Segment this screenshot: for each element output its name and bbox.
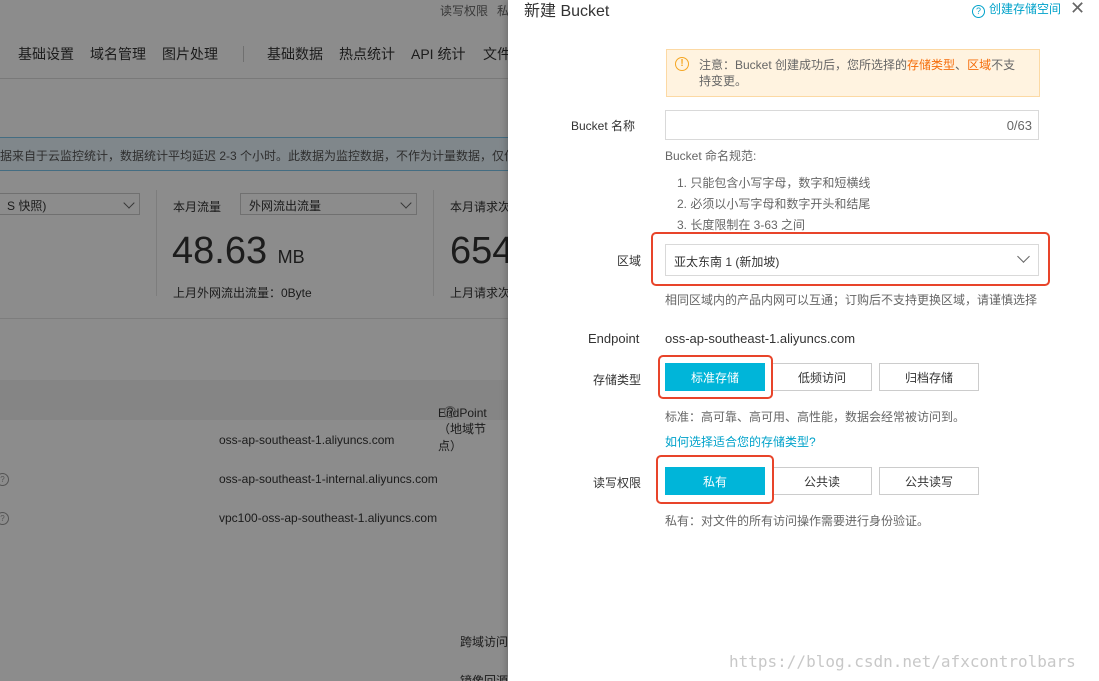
- endpoint-value: oss-ap-southeast-1.aliyuncs.com: [665, 331, 856, 346]
- name-rule: 1. 只能包含小写字母，数字和短横线: [677, 176, 871, 190]
- name-rule: 2. 必须以小写字母和数字开头和结尾: [677, 197, 871, 211]
- question-icon: ?: [972, 5, 985, 18]
- acl-label: 读写权限: [593, 476, 642, 490]
- char-counter: 0/63: [1006, 118, 1032, 133]
- bucket-name-label: Bucket 名称: [571, 119, 636, 133]
- create-bucket-drawer: 新建 Bucket ? 创建存储空间 ✕ ! 注意：Bucket 创建成功后，您所…: [508, 0, 1099, 681]
- warning-text: 注意：Bucket 创建成功后，您所选择的存储类型、区域不支持变更。: [699, 57, 1019, 89]
- name-rule: 3. 长度限制在 3-63 之间: [677, 218, 806, 232]
- endpoint-label: Endpoint: [588, 331, 640, 346]
- acl-option-public-read[interactable]: 公共读: [772, 467, 872, 495]
- modal-overlay[interactable]: [0, 0, 508, 681]
- annotation-highlight: [656, 455, 774, 504]
- warning-highlight-storage: 存储类型: [907, 58, 956, 72]
- warning-separator: 、: [955, 58, 968, 72]
- help-link-text: 创建存储空间: [989, 2, 1062, 16]
- storage-option-infrequent[interactable]: 低频访问: [772, 363, 872, 391]
- drawer-title: 新建 Bucket: [524, 3, 610, 20]
- warning-icon: !: [675, 57, 689, 71]
- acl-hint: 私有：对文件的所有访问操作需要进行身份验证。: [665, 514, 930, 528]
- storage-type-label: 存储类型: [593, 373, 642, 387]
- storage-option-archive[interactable]: 归档存储: [879, 363, 979, 391]
- name-rules-title: Bucket 命名规范:: [665, 149, 757, 163]
- storage-help-link[interactable]: 如何选择适合您的存储类型?: [665, 433, 816, 450]
- annotation-highlight: [658, 355, 773, 399]
- acl-option-public-read-write[interactable]: 公共读写: [879, 467, 979, 495]
- warning-banner: ! 注意：Bucket 创建成功后，您所选择的存储类型、区域不支持变更。: [666, 49, 1040, 97]
- watermark: https://blog.csdn.net/afxcontrolbars: [729, 652, 1076, 671]
- warning-highlight-region: 区域: [967, 58, 992, 72]
- close-icon[interactable]: ✕: [1070, 0, 1085, 19]
- warning-prefix: 注意：Bucket 创建成功后，您所选择的: [699, 58, 908, 72]
- region-hint: 相同区域内的产品内网可以互通；订购后不支持更换区域，请谨慎选择: [665, 293, 1038, 307]
- region-label: 区域: [617, 254, 642, 268]
- help-link[interactable]: ? 创建存储空间: [972, 0, 1061, 18]
- storage-hint: 标准：高可靠、高可用、高性能，数据会经常被访问到。: [665, 410, 966, 424]
- bucket-name-input[interactable]: 0/63: [665, 110, 1039, 140]
- annotation-highlight: [651, 232, 1050, 286]
